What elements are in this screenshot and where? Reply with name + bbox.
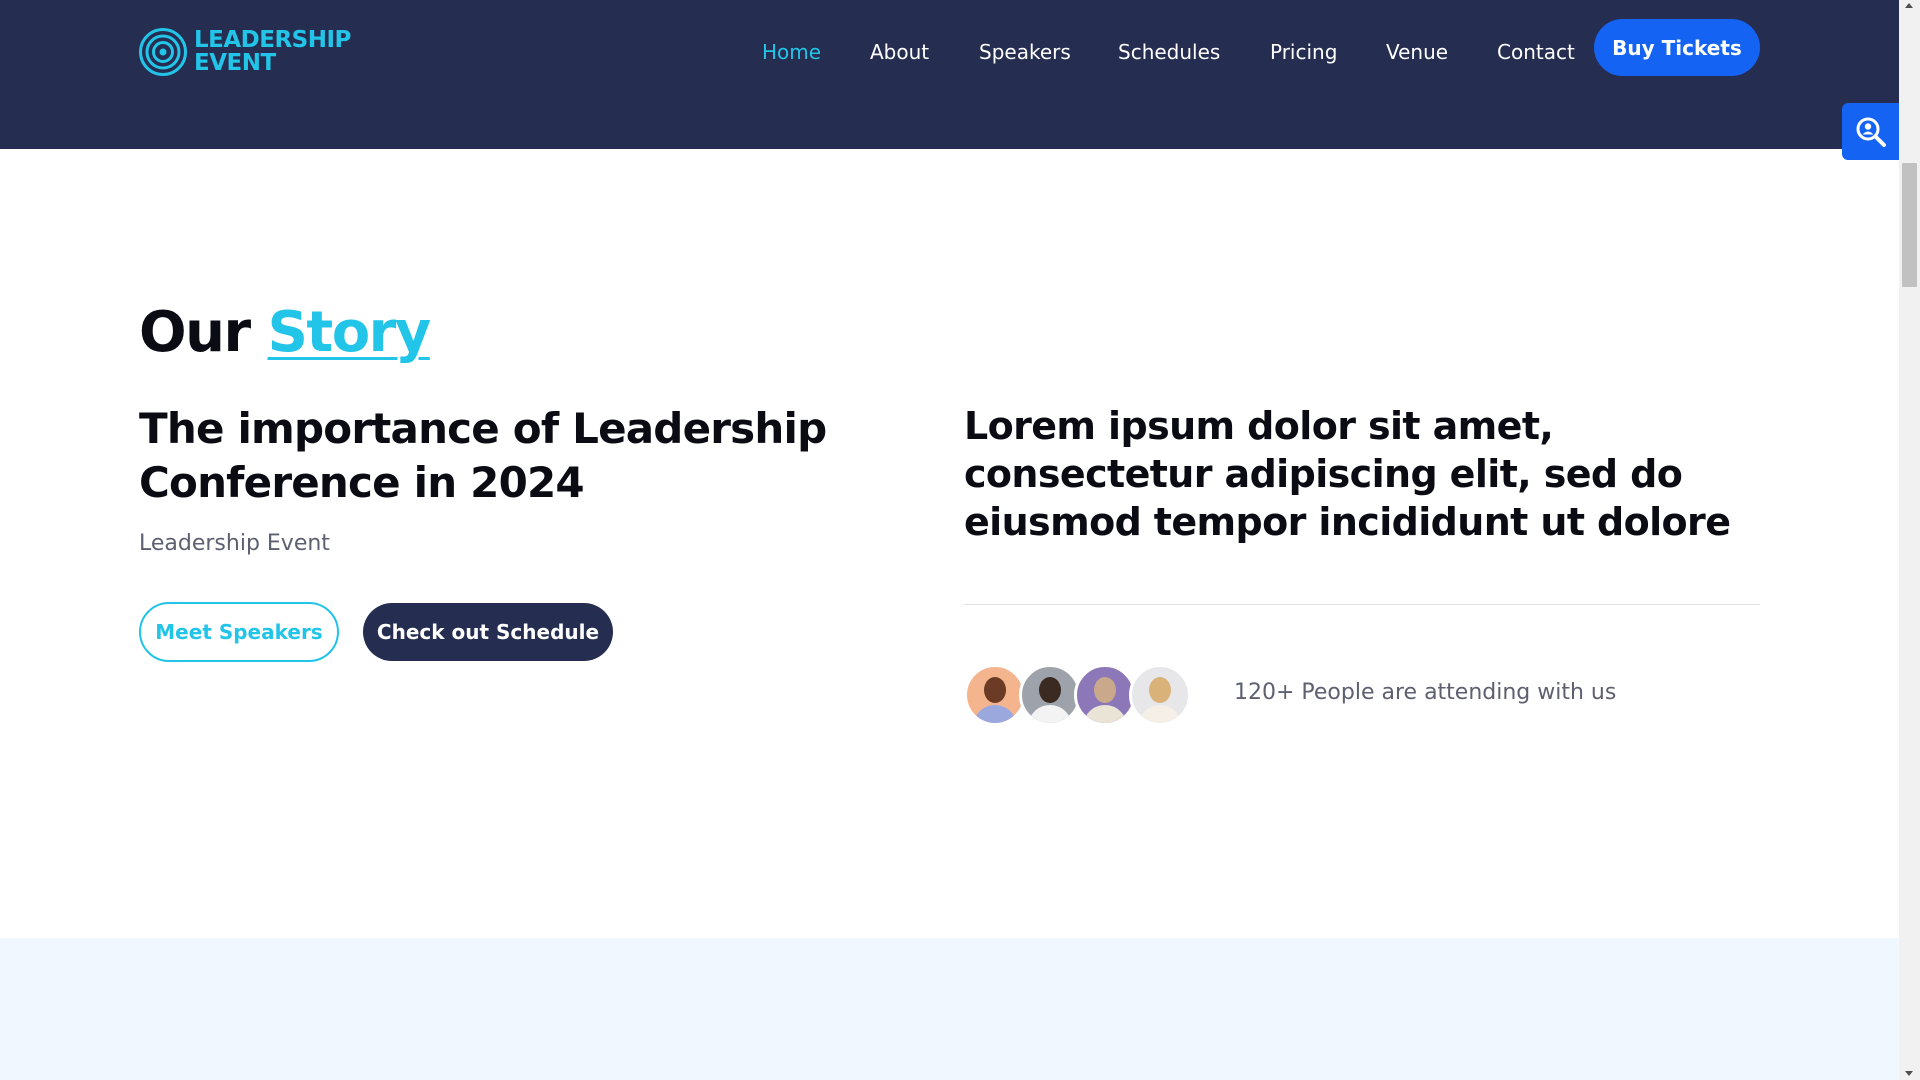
site-header: LEADERSHIP EVENT Home About Speakers Sch… <box>0 0 1899 149</box>
logo[interactable]: LEADERSHIP EVENT <box>138 27 351 77</box>
next-section-background <box>0 938 1899 1080</box>
scroll-down-arrow-icon[interactable] <box>1905 1071 1913 1076</box>
avatar <box>1074 664 1136 726</box>
story-heading: The importance of Leadership Conference … <box>139 404 827 507</box>
logo-line-2: EVENT <box>194 50 276 76</box>
search-widget-button[interactable] <box>1842 103 1899 160</box>
nav-venue[interactable]: Venue <box>1386 40 1448 64</box>
attending-count-text: 120+ People are attending with us <box>1234 680 1617 705</box>
vertical-scrollbar[interactable] <box>1899 0 1920 1080</box>
story-subtitle: Leadership Event <box>139 531 330 556</box>
nav-speakers[interactable]: Speakers <box>979 40 1071 64</box>
nav-schedules[interactable]: Schedules <box>1118 40 1220 64</box>
check-schedule-button[interactable]: Check out Schedule <box>363 603 613 661</box>
logo-line-1: LEADERSHIP <box>194 27 351 53</box>
meet-speakers-button[interactable]: Meet Speakers <box>139 602 339 662</box>
nav-pricing[interactable]: Pricing <box>1270 40 1337 64</box>
magnifier-user-icon <box>1856 117 1886 147</box>
avatar <box>1019 664 1081 726</box>
nav-contact[interactable]: Contact <box>1497 40 1575 64</box>
avatar <box>964 664 1026 726</box>
section-title-accent: Story <box>267 300 432 365</box>
section-title: Our Story <box>139 300 432 365</box>
scroll-up-arrow-icon[interactable] <box>1905 3 1913 8</box>
nav-home[interactable]: Home <box>762 40 821 64</box>
avatar <box>1129 664 1191 726</box>
scroll-thumb[interactable] <box>1902 163 1917 287</box>
buy-tickets-button[interactable]: Buy Tickets <box>1594 19 1760 76</box>
section-title-plain: Our <box>139 300 251 365</box>
story-lead-text: Lorem ipsum dolor sit amet, consectetur … <box>964 404 1731 544</box>
logo-target-icon <box>139 28 187 76</box>
nav-about[interactable]: About <box>870 40 929 64</box>
logo-text: LEADERSHIP EVENT <box>194 29 351 75</box>
divider <box>964 604 1760 605</box>
attendee-avatars <box>964 664 1204 726</box>
